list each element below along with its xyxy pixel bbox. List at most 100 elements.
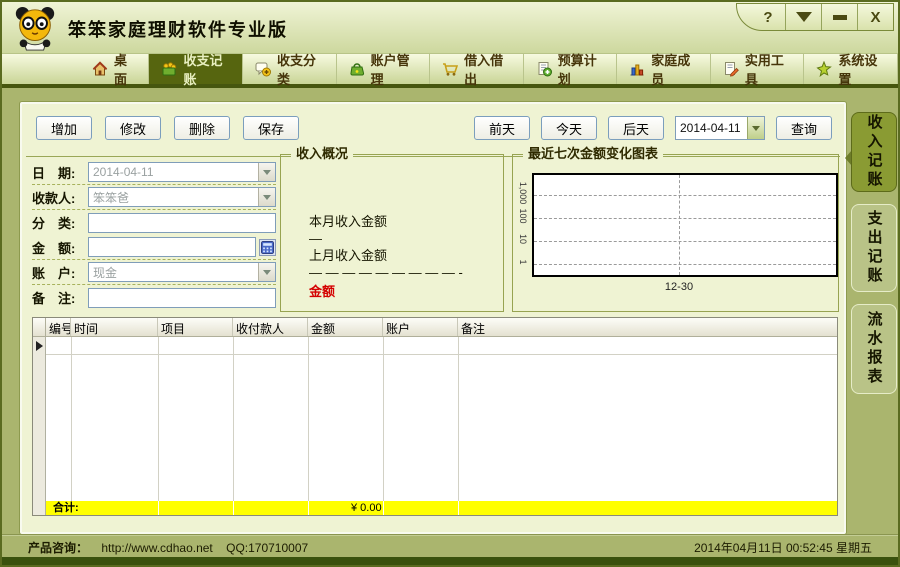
date-picker-dropdown[interactable]: 2014-04-11 [675,116,765,140]
ledger-icon [161,61,177,77]
tab-expense-bookkeeping[interactable]: 支出记账 [851,204,897,292]
form-row-account: 账 户: 现金 [32,260,276,285]
toolbar-item-label: 收支分类 [277,50,324,88]
payee-dropdown[interactable]: 笨笨爸 [88,187,276,207]
window-controls: ? X [736,3,894,31]
column-header-amount[interactable]: 金额 [308,318,383,336]
minimize-button[interactable] [821,4,857,30]
x-axis-tick: 12-30 [665,281,693,293]
app-window: 笨笨家庭理财软件专业版 ? X 桌面 收支记账 收支分类 账户管理 借入借出 [0,0,900,567]
total-amount: ¥ 0.00 [309,501,382,515]
chevron-down-icon[interactable] [258,163,275,181]
toolbar-item-utilities[interactable]: 实用工具 [711,54,805,84]
gridline [534,195,836,196]
purse-icon [349,61,365,77]
column-header-note[interactable]: 备注 [458,318,837,336]
date-field-value: 2014-04-11 [89,165,258,179]
close-button[interactable]: X [857,4,893,30]
form-row-note: 备 注: [32,285,276,310]
form-row-date: 日 期: 2014-04-11 [32,160,276,185]
total-row: 合计: ¥ 0.00 [33,501,837,515]
column-header-id[interactable]: 编号 [46,318,71,336]
bar-chart-icon [629,61,645,77]
account-dropdown[interactable]: 现金 [88,262,276,282]
table-body [33,337,837,501]
gridline [534,241,836,242]
tools-pencil-icon [723,61,739,77]
toolbar-item-borrow-lend[interactable]: 借入借出 [430,54,524,84]
tab-income-bookkeeping[interactable]: 收入记账 [851,112,897,192]
amount-label: 金 额: [32,238,88,257]
content-panel: 增加 修改 删除 保存 前天 今天 后天 2014-04-11 查询 日 期: … [20,102,846,534]
save-button[interactable]: 保存 [243,116,299,140]
calculator-button[interactable] [259,239,276,256]
column-header-account[interactable]: 账户 [383,318,458,336]
row-selector-header [33,318,46,336]
cart-icon [442,61,458,77]
toolbar-item-accounts[interactable]: 账户管理 [337,54,431,84]
prev-day-button[interactable]: 前天 [474,116,530,140]
toolbar-item-label: 预算计划 [558,50,605,88]
add-button[interactable]: 增加 [36,116,92,140]
category-input[interactable] [88,213,276,233]
chart-plot-area [532,173,838,277]
total-label: 合计: [46,501,158,515]
payee-value: 笨笨爸 [89,189,258,206]
budget-plan-icon [536,61,552,77]
toolbar-item-bookkeeping[interactable]: 收支记账 [149,54,243,84]
app-title: 笨笨家庭理财软件专业版 [68,16,288,42]
income-overview-groupbox: 收入概况 本月收入金额 — 上月收入金额 — — — — — — — — — -… [280,154,504,312]
column-header-item[interactable]: 项目 [158,318,233,336]
toolbar-item-label: 桌面 [114,50,136,88]
total-row-gutter [33,501,46,515]
grid-column-line [233,337,234,501]
toolbar-item-label: 账户管理 [371,50,418,88]
minimize-to-tray-button[interactable] [785,4,821,30]
minimize-icon [833,15,847,20]
chevron-down-icon[interactable] [747,117,764,139]
column-header-time[interactable]: 时间 [71,318,158,336]
next-day-button[interactable]: 后天 [608,116,664,140]
toolbar-item-label: 系统设置 [838,50,885,88]
total-amount-cell: ¥ 0.00 [308,501,383,515]
account-label: 账 户: [32,263,88,282]
date-field-dropdown[interactable]: 2014-04-11 [88,162,276,182]
triangle-down-icon [796,12,812,22]
help-button[interactable]: ? [737,4,785,30]
divider-short: — [309,230,463,247]
toolbar-item-budget[interactable]: 预算计划 [524,54,618,84]
table-header-row: 编号 时间 项目 收付款人 金额 账户 备注 [33,318,837,337]
modify-button[interactable]: 修改 [105,116,161,140]
toolbar-item-desktop[interactable]: 桌面 [80,54,149,84]
note-input[interactable] [88,288,276,308]
chevron-down-icon[interactable] [258,263,275,281]
last-month-income-label: 上月收入金额 [309,247,463,264]
amount-input[interactable] [88,237,256,257]
toolbar-item-settings[interactable]: 系统设置 [804,54,898,84]
y-axis-tick: 1 [518,259,528,264]
panda-logo-icon [12,5,58,57]
date-picker-value: 2014-04-11 [676,121,747,135]
grid-column-line [71,337,72,501]
today-button[interactable]: 今天 [541,116,597,140]
grid-column-line [308,337,309,501]
tab-flow-report[interactable]: 流水报表 [851,304,897,394]
query-button[interactable]: 查询 [776,116,832,140]
product-consult-label: 产品咨询： [28,541,88,555]
records-table: 编号 时间 项目 收付款人 金额 账户 备注 [32,317,838,516]
income-overview-content: 本月收入金额 — 上月收入金额 — — — — — — — — — - 金额 [309,213,463,300]
toolbar-item-label: 借入借出 [464,50,511,88]
y-axis-tick: 100 [518,208,528,223]
toolbar-item-categories[interactable]: 收支分类 [243,54,337,84]
column-header-payee[interactable]: 收付款人 [233,318,308,336]
note-label: 备 注: [32,288,88,307]
income-overview-title: 收入概况 [291,147,353,161]
settings-star-icon [816,61,832,77]
category-label: 分 类: [32,213,88,232]
date-label: 日 期: [32,163,88,182]
record-action-buttons: 增加 修改 删除 保存 [36,116,299,140]
toolbar-item-family-members[interactable]: 家庭成员 [617,54,711,84]
delete-button[interactable]: 删除 [174,116,230,140]
chevron-down-icon[interactable] [258,188,275,206]
toolbar-item-label: 家庭成员 [651,50,698,88]
